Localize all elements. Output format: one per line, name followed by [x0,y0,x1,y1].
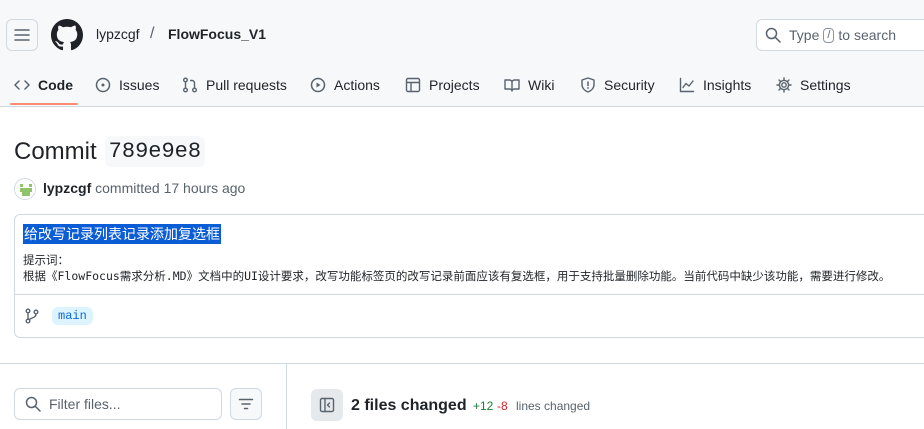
branch-badge[interactable]: main [52,307,93,325]
divider [286,363,287,429]
identicon-icon [15,179,35,199]
additions-count: +12 [473,399,494,413]
tab-projects[interactable]: Projects [405,64,480,106]
filter-files-input[interactable]: Filter files... [14,388,222,420]
graph-icon [679,77,695,93]
gear-icon [776,77,792,93]
files-changed-count: 2 files changed [351,397,467,414]
shield-icon [581,77,595,93]
tab-issues[interactable]: Issues [95,64,159,106]
book-icon [504,79,520,92]
git-branch-icon [25,308,39,324]
tab-label: Wiki [528,77,555,93]
search-input[interactable]: Type / to search [756,19,924,51]
commit-heading: Commit [14,137,97,165]
lines-changed-label: lines changed [516,399,591,413]
filter-placeholder: Filter files... [49,396,121,412]
divider [0,363,924,364]
commit-message-title: 给改写记录列表记录添加复选框 [23,224,221,244]
tab-settings[interactable]: Settings [776,64,851,106]
table-icon [405,77,421,93]
play-icon [310,77,326,93]
search-shortcut-key: / [823,27,835,43]
commit-body-line: 根据《FlowFocus需求分析.MD》文档中的UI设计要求，改写功能标签页的改… [23,269,891,283]
search-icon [25,396,41,412]
sidebar-collapse-icon [319,397,335,413]
menu-button[interactable] [6,19,38,51]
commit-sha[interactable]: 789e9e8 [104,136,206,167]
filter-options-button[interactable] [230,388,262,420]
tab-label: Projects [429,77,480,93]
author-link[interactable]: lypzcgf [43,180,91,196]
tab-code[interactable]: Code [14,64,73,106]
search-prefix: Type [789,27,820,43]
tab-insights[interactable]: Insights [679,64,751,106]
repo-owner-link[interactable]: lypzcgf [96,26,140,42]
breadcrumb-separator: / [150,25,155,42]
tab-actions[interactable]: Actions [310,64,380,106]
toggle-file-tree-button[interactable] [311,389,343,421]
tab-label: Security [604,77,655,93]
deletions-count: -8 [497,399,508,413]
commit-body-line: 提示词： [23,253,69,267]
code-icon [14,80,30,90]
active-tab-indicator [10,103,78,105]
pull-request-icon [183,77,197,93]
tab-label: Insights [703,77,752,93]
committed-time: committed 17 hours ago [95,180,246,196]
tab-label: Settings [800,77,851,93]
repo-header: lypzcgf / FlowFocus_V1 Type / to search … [0,0,924,107]
avatar[interactable] [14,178,36,200]
page-title: Commit 789e9e8 [14,136,206,167]
issue-icon [95,77,111,93]
hamburger-icon [14,29,30,41]
filter-icon [238,398,254,410]
commit-message-box: 给改写记录列表记录添加复选框 提示词： 根据《FlowFocus需求分析.MD》文… [14,214,924,338]
commit-message-body: 提示词： 根据《FlowFocus需求分析.MD》文档中的UI设计要求，改写功能标… [23,252,890,284]
tab-security[interactable]: Security [580,64,655,106]
search-suffix: to search [838,27,897,43]
tab-pull-requests[interactable]: Pull requests [182,64,287,106]
tab-wiki[interactable]: Wiki [504,64,554,106]
tab-label: Pull requests [206,77,287,93]
tab-label: Issues [119,77,160,93]
repo-nav-tabs: Code Issues Pull requests Actions Projec… [0,64,924,106]
tab-label: Code [38,77,73,93]
repo-name-link[interactable]: FlowFocus_V1 [168,26,266,42]
github-logo-icon[interactable] [51,19,83,51]
divider [15,294,924,295]
search-icon [765,27,781,43]
commit-author-line: lypzcgf committed 17 hours ago [43,180,245,196]
tab-label: Actions [334,77,380,93]
